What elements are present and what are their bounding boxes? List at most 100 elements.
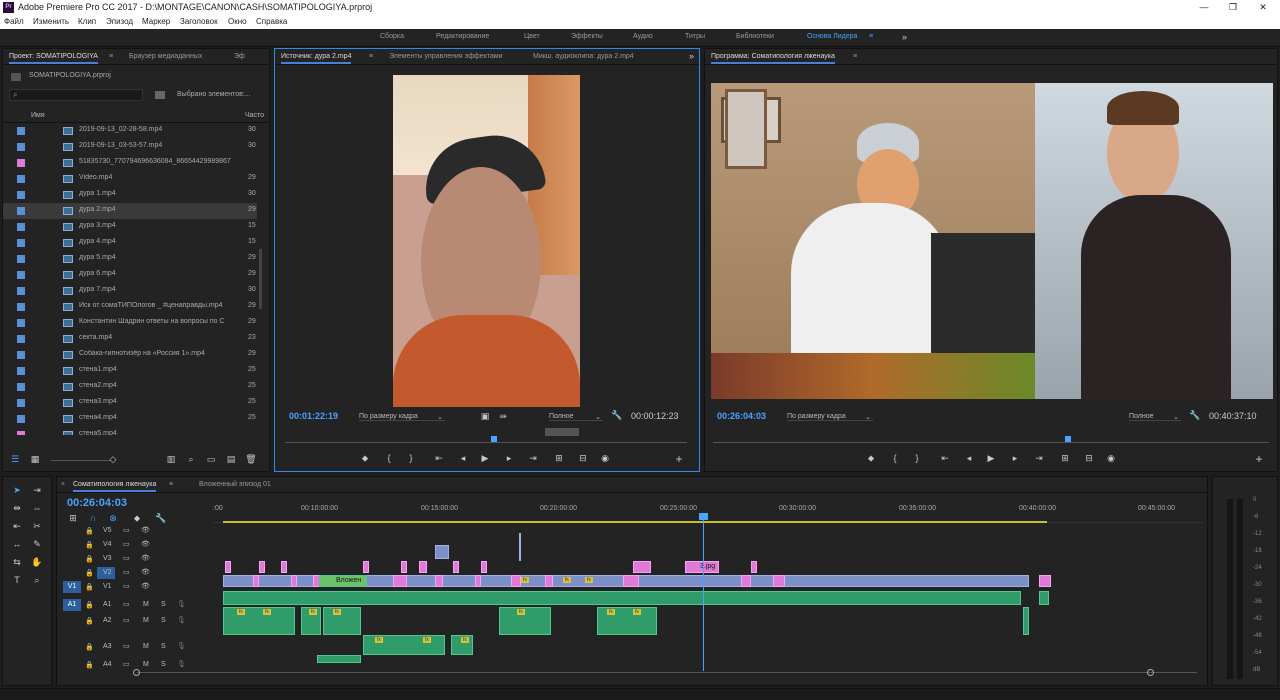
menu-edit[interactable]: Изменить xyxy=(33,17,69,26)
eye-icon[interactable]: 👁 xyxy=(141,540,150,548)
label-color-swatch[interactable] xyxy=(17,367,25,375)
sync-icon[interactable]: ▭ xyxy=(123,554,130,562)
v2-pink-clip[interactable] xyxy=(751,561,757,573)
label-color-swatch[interactable] xyxy=(17,159,25,167)
label-color-swatch[interactable] xyxy=(17,415,25,423)
play-icon[interactable]: ▶ xyxy=(479,453,491,464)
mute-button[interactable]: M xyxy=(143,661,149,668)
slide-icon[interactable]: ⇆ xyxy=(11,557,23,568)
project-item[interactable]: Константин Шадрин ответы на вопросы по С… xyxy=(3,315,257,331)
ws-editing[interactable]: Редактирование xyxy=(436,33,489,40)
source-scrubber[interactable] xyxy=(285,442,687,443)
project-item[interactable]: дура 7.mp4 30 xyxy=(3,283,257,299)
tab-source[interactable]: Источник: дура 2.mp4 xyxy=(281,53,352,64)
v1-pink-clip[interactable] xyxy=(475,575,481,587)
sync-icon[interactable]: ▭ xyxy=(123,568,130,576)
v2-pink-clip[interactable] xyxy=(481,561,487,573)
tab-media-browser[interactable]: Браузер медиаданных xyxy=(129,53,202,60)
go-to-in-icon[interactable]: ⇤ xyxy=(939,453,951,464)
label-color-swatch[interactable] xyxy=(17,271,25,279)
project-item[interactable]: 2019-09-13_02-28-58.mp4 30 xyxy=(3,123,257,139)
camera-icon[interactable]: ◉ xyxy=(1105,453,1117,464)
project-item[interactable]: дура 3.mp4 15 xyxy=(3,219,257,235)
mute-button[interactable]: M xyxy=(143,617,149,624)
ws-assembly[interactable]: Сборка xyxy=(380,33,404,40)
sort-icon[interactable]: ◇ xyxy=(107,454,119,465)
step-forward-icon[interactable]: ▸ xyxy=(503,453,515,464)
ripple-edit-icon[interactable]: ⇹ xyxy=(11,503,23,514)
project-search-input[interactable]: ⌕ xyxy=(9,89,143,101)
lock-icon[interactable]: 🔒 xyxy=(85,601,94,609)
ws-menu-icon[interactable]: ≡ xyxy=(869,33,873,40)
menu-sequence[interactable]: Эпизод xyxy=(106,17,133,26)
project-item[interactable]: стена2.mp4 25 xyxy=(3,379,257,395)
label-color-swatch[interactable] xyxy=(17,399,25,407)
project-scrollbar[interactable] xyxy=(259,249,262,309)
sync-icon[interactable]: ▭ xyxy=(123,660,130,668)
v1-pink-clip[interactable] xyxy=(511,575,521,587)
a2-clip[interactable] xyxy=(499,607,551,635)
project-item[interactable]: дура 6.mp4 29 xyxy=(3,267,257,283)
add-button-icon[interactable]: + xyxy=(1253,452,1265,466)
col-name[interactable]: Имя xyxy=(31,112,45,119)
label-color-swatch[interactable] xyxy=(17,223,25,231)
project-menu-icon[interactable]: ≡ xyxy=(109,53,113,60)
snap-icon[interactable]: ∩ xyxy=(87,513,99,523)
label-color-swatch[interactable] xyxy=(17,431,25,435)
lock-icon[interactable]: 🔒 xyxy=(85,569,94,577)
v1-pink-clip[interactable] xyxy=(773,575,785,587)
source-quality-select[interactable]: Полное ⌄ xyxy=(549,413,603,421)
razor-icon[interactable]: ✂ xyxy=(31,521,43,532)
lock-icon[interactable]: 🔒 xyxy=(85,617,94,625)
ws-effects[interactable]: Эффекты xyxy=(571,33,603,40)
play-icon[interactable]: ▶ xyxy=(985,453,997,464)
source-playhead[interactable] xyxy=(491,436,497,442)
program-fit-select[interactable]: По размеру кадра ⌄ xyxy=(787,413,873,421)
project-item[interactable]: стена1.mp4 25 xyxy=(3,363,257,379)
menu-marker[interactable]: Маркер xyxy=(142,17,170,26)
lock-icon[interactable]: 🔒 xyxy=(85,661,94,669)
track-name[interactable]: A4 xyxy=(103,661,112,668)
zoom-handle-right[interactable] xyxy=(1147,669,1154,676)
project-item[interactable]: стена4.mp4 25 xyxy=(3,411,257,427)
eye-icon[interactable]: 👁 xyxy=(141,568,150,576)
mic-icon[interactable]: 🎙 xyxy=(177,600,186,608)
sync-icon[interactable]: ▭ xyxy=(123,526,130,534)
hand-icon[interactable]: ✋ xyxy=(31,557,43,568)
eye-icon[interactable]: 👁 xyxy=(141,526,150,534)
source-menu-icon[interactable]: ≡ xyxy=(369,53,373,60)
label-color-swatch[interactable] xyxy=(17,303,25,311)
lock-icon[interactable]: 🔒 xyxy=(85,555,94,563)
track-name[interactable]: A2 xyxy=(103,617,112,624)
menu-clip[interactable]: Клип xyxy=(78,17,96,26)
timeline-playhead[interactable] xyxy=(703,513,704,671)
rate-stretch-icon[interactable]: ⇤ xyxy=(11,521,23,532)
camera-icon[interactable]: ◉ xyxy=(599,453,611,464)
a2-clip[interactable] xyxy=(1023,607,1029,635)
go-to-in-icon[interactable]: ⇤ xyxy=(433,453,445,464)
nested-sequence-clip[interactable]: Вложен xyxy=(319,575,367,587)
timeline-settings-icon[interactable]: 🔧 xyxy=(155,513,167,524)
bin-icon[interactable] xyxy=(155,91,165,99)
mark-in-icon[interactable]: { xyxy=(383,453,395,463)
tab-effect-controls[interactable]: Элементы управления эффектами xyxy=(389,53,503,60)
label-color-swatch[interactable] xyxy=(17,255,25,263)
minimize-button[interactable]: — xyxy=(1190,0,1218,15)
work-area-bar[interactable] xyxy=(223,521,1047,523)
step-back-icon[interactable]: ◂ xyxy=(963,453,975,464)
add-marker-icon[interactable]: ⬥ xyxy=(865,453,877,464)
v1-pink-clip[interactable] xyxy=(623,575,639,587)
lift-icon[interactable]: ⊞ xyxy=(1059,453,1071,464)
label-color-swatch[interactable] xyxy=(17,287,25,295)
label-color-swatch[interactable] xyxy=(17,143,25,151)
track-name[interactable]: V1 xyxy=(103,583,112,590)
go-to-out-icon[interactable]: ⇥ xyxy=(527,453,539,464)
tab-sequence-main[interactable]: Соматипология лженаука xyxy=(73,481,157,492)
insert-icon[interactable]: ▣ xyxy=(479,411,491,422)
v2-pink-clip[interactable] xyxy=(363,561,369,573)
find-icon[interactable]: ⌕ xyxy=(185,454,197,465)
ws-color[interactable]: Цвет xyxy=(524,33,540,40)
timeline-zoom-scrollbar[interactable] xyxy=(137,672,1197,673)
v1-pink-clip[interactable] xyxy=(435,575,443,587)
mark-out-icon[interactable]: } xyxy=(405,453,417,463)
